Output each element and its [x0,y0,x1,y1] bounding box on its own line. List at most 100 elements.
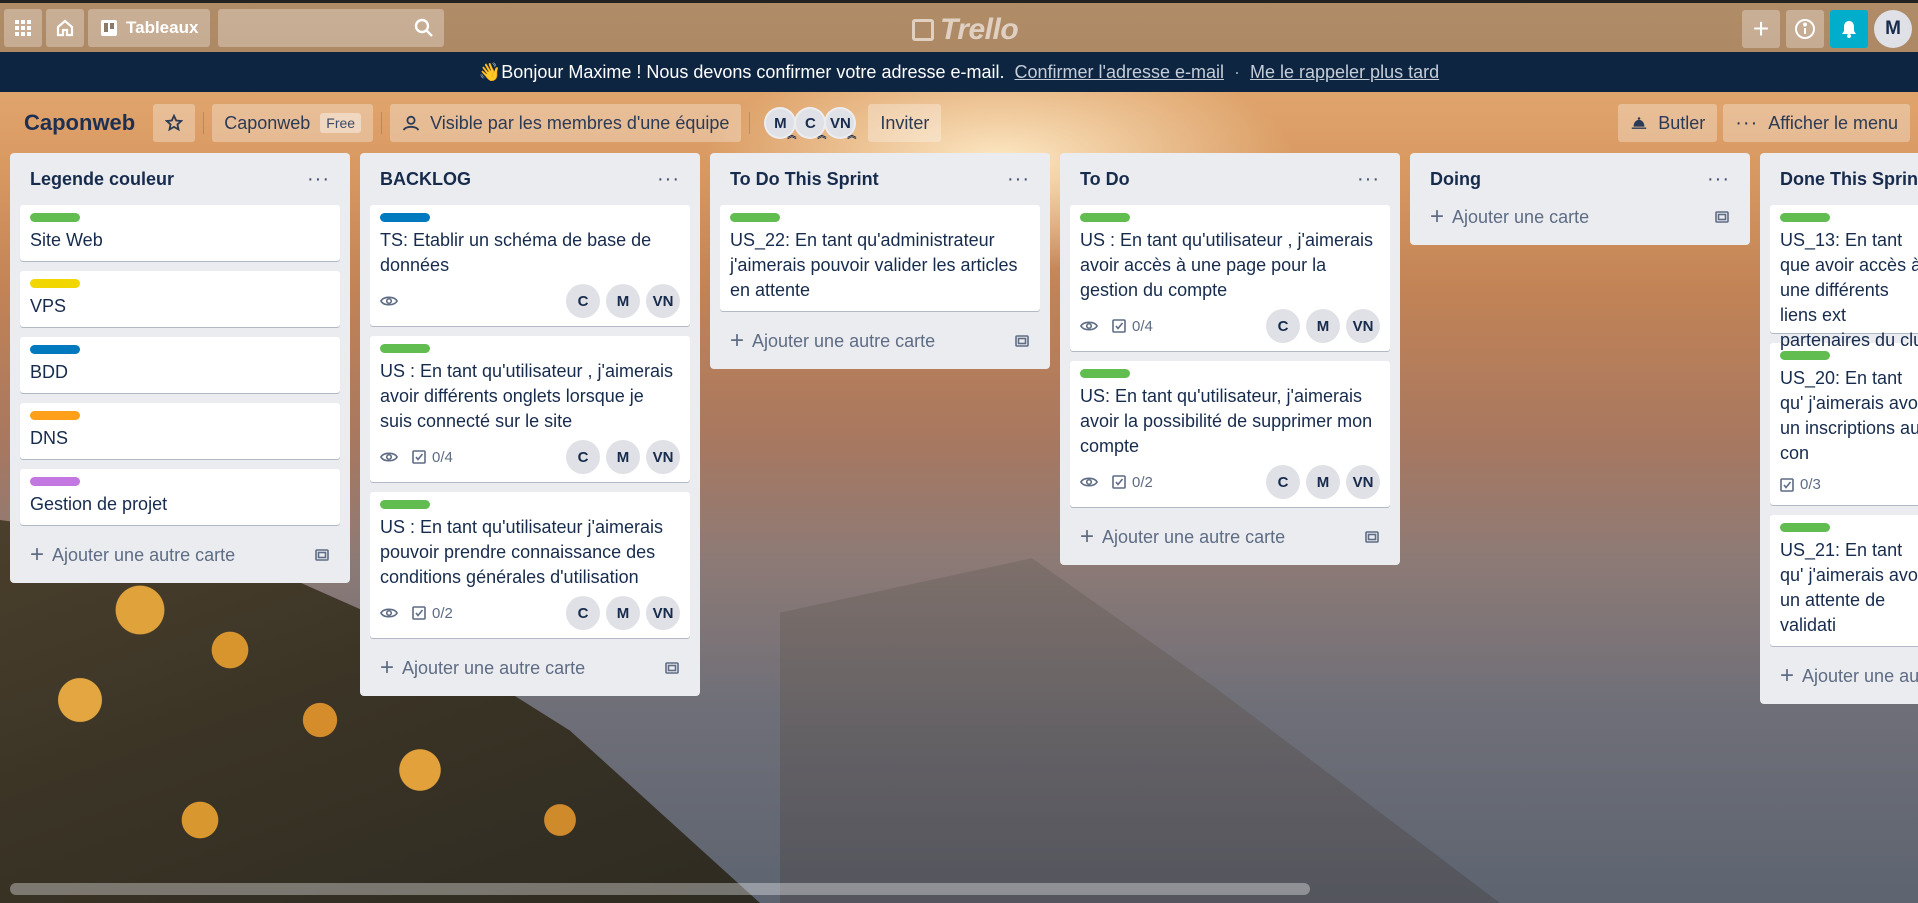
list-title[interactable]: Doing [1430,169,1481,190]
notifications-button[interactable] [1830,10,1868,48]
search-input[interactable] [218,8,445,47]
user-avatar[interactable]: M [1874,10,1912,48]
card-member-avatar[interactable]: M [606,596,640,630]
list-title[interactable]: BACKLOG [380,169,471,190]
card-member-avatar[interactable]: C [1266,309,1300,343]
card-label [730,213,780,222]
watch-eye-icon [1080,321,1098,331]
card-label [30,279,80,288]
card-member-avatar[interactable]: M [1306,465,1340,499]
card-title: Gestion de projet [30,494,168,514]
add-card-button[interactable]: + Ajouter une autre carte [720,321,1040,361]
member-avatar[interactable]: C ︽ [794,107,827,140]
confirm-email-link[interactable]: Confirmer l'adresse e-mail [1015,62,1225,83]
card-member-avatar[interactable]: C [566,596,600,630]
checklist-icon [1112,319,1126,333]
list-menu-icon[interactable]: ··· [1007,168,1030,191]
card-label [1080,213,1130,222]
invite-button[interactable]: Inviter [868,104,942,142]
card-member-avatar[interactable]: C [566,440,600,474]
list-menu-icon[interactable]: ··· [1357,168,1380,191]
board-title[interactable]: Caponweb [12,110,145,136]
card-template-icon[interactable] [1364,529,1380,545]
butler-bell-icon [1632,117,1647,129]
card-member-avatar[interactable]: C [566,284,600,318]
card-template-icon[interactable] [314,547,330,563]
plus-icon: + [1780,662,1795,689]
add-card-button[interactable]: + Ajouter une au [1770,656,1918,696]
list-done-this-sprint: Done This Sprint US_13: En tant que avoi… [1760,153,1918,704]
card[interactable]: US : En tant qu'utilisateur j'aimerais p… [370,492,690,638]
checklist-icon [412,450,426,464]
butler-label: Butler [1658,112,1706,133]
list-menu-icon[interactable]: ··· [307,168,330,191]
list-title[interactable]: To Do This Sprint [730,169,879,190]
card[interactable]: US_13: En tant que avoir accès à une dif… [1770,205,1918,350]
checklist-badge: 0/4 [412,445,453,470]
card-label [30,345,80,354]
butler-button[interactable]: Butler [1618,104,1718,142]
visibility-button[interactable]: Visible par les membres d'une équipe [390,104,742,142]
card[interactable]: US : En tant qu'utilisateur , j'aimerais… [370,336,690,482]
add-card-button[interactable]: + Ajouter une autre carte [370,648,690,688]
card[interactable]: US_22: En tant qu'administrateur j'aimer… [720,205,1040,311]
card-title: BDD [30,362,69,382]
card-member-avatar[interactable]: VN [1346,465,1380,499]
card-template-icon[interactable] [1714,209,1730,225]
card[interactable]: BDD [20,337,340,393]
card-member-avatar[interactable]: VN [646,284,680,318]
info-icon [1795,19,1815,39]
list-menu-icon[interactable]: ··· [657,168,680,191]
member-avatar[interactable]: VN ︽ [824,107,857,140]
remind-later-link[interactable]: Me le rappeler plus tard [1250,62,1439,83]
star-button[interactable] [153,104,196,142]
card-template-icon[interactable] [664,660,680,676]
add-card-button[interactable]: + Ajouter une autre carte [20,535,340,575]
trello-logo[interactable]: Trello [912,13,1019,47]
watch-eye-icon [1080,477,1098,487]
card[interactable]: US_20: En tant qu' j'aimerais avoir un i… [1770,343,1918,505]
card-label [30,411,80,420]
card-label [1080,369,1130,378]
add-card-button[interactable]: + Ajouter une carte [1420,197,1740,237]
card[interactable]: US: En tant qu'utilisateur, j'aimerais a… [1070,361,1390,507]
card-label [380,500,430,509]
card-label [1780,213,1830,222]
add-card-button[interactable]: + Ajouter une autre carte [1070,517,1390,557]
card[interactable]: VPS [20,271,340,327]
add-card-label: Ajouter une carte [1452,206,1590,227]
list-title[interactable]: To Do [1080,169,1130,190]
card-member-avatar[interactable]: M [606,440,640,474]
create-button[interactable]: + [1742,10,1780,48]
watch-eye-icon [380,608,398,618]
boards-button[interactable]: Tableaux [88,8,211,47]
apps-grid-button[interactable] [4,8,42,47]
email-confirm-banner: 👋Bonjour Maxime ! Nous devons confirmer … [0,52,1918,92]
card-member-avatar[interactable]: VN [646,440,680,474]
list-title[interactable]: Done This Sprint [1780,169,1918,190]
home-button[interactable] [46,8,84,47]
card-member-avatar[interactable]: M [1306,309,1340,343]
checklist-badge: 0/2 [1112,470,1153,495]
card-label [30,477,80,486]
card[interactable]: TS: Etablir un schéma de base de données… [370,205,690,326]
horizontal-scrollbar[interactable] [10,883,1310,895]
card[interactable]: Gestion de projet [20,469,340,525]
card-member-avatar[interactable]: VN [646,596,680,630]
card-template-icon[interactable] [1014,333,1030,349]
card[interactable]: US_21: En tant qu' j'aimerais avoir un a… [1770,515,1918,646]
team-button[interactable]: Caponweb Free [212,104,374,142]
card-member-avatar[interactable]: C [1266,465,1300,499]
list-title[interactable]: Legende couleur [30,169,174,190]
card-member-avatar[interactable]: M [606,284,640,318]
card[interactable]: Site Web [20,205,340,261]
show-menu-button[interactable]: ··· Afficher le menu [1723,104,1910,142]
background-coast [780,558,1500,903]
card[interactable]: DNS [20,403,340,459]
card-member-avatar[interactable]: VN [1346,309,1380,343]
member-avatar[interactable]: M ︽ [764,107,797,140]
list-menu-icon[interactable]: ··· [1707,168,1730,191]
card[interactable]: US : En tant qu'utilisateur , j'aimerais… [1070,205,1390,351]
checklist-count: 0/2 [432,604,453,622]
info-button[interactable] [1786,10,1824,48]
